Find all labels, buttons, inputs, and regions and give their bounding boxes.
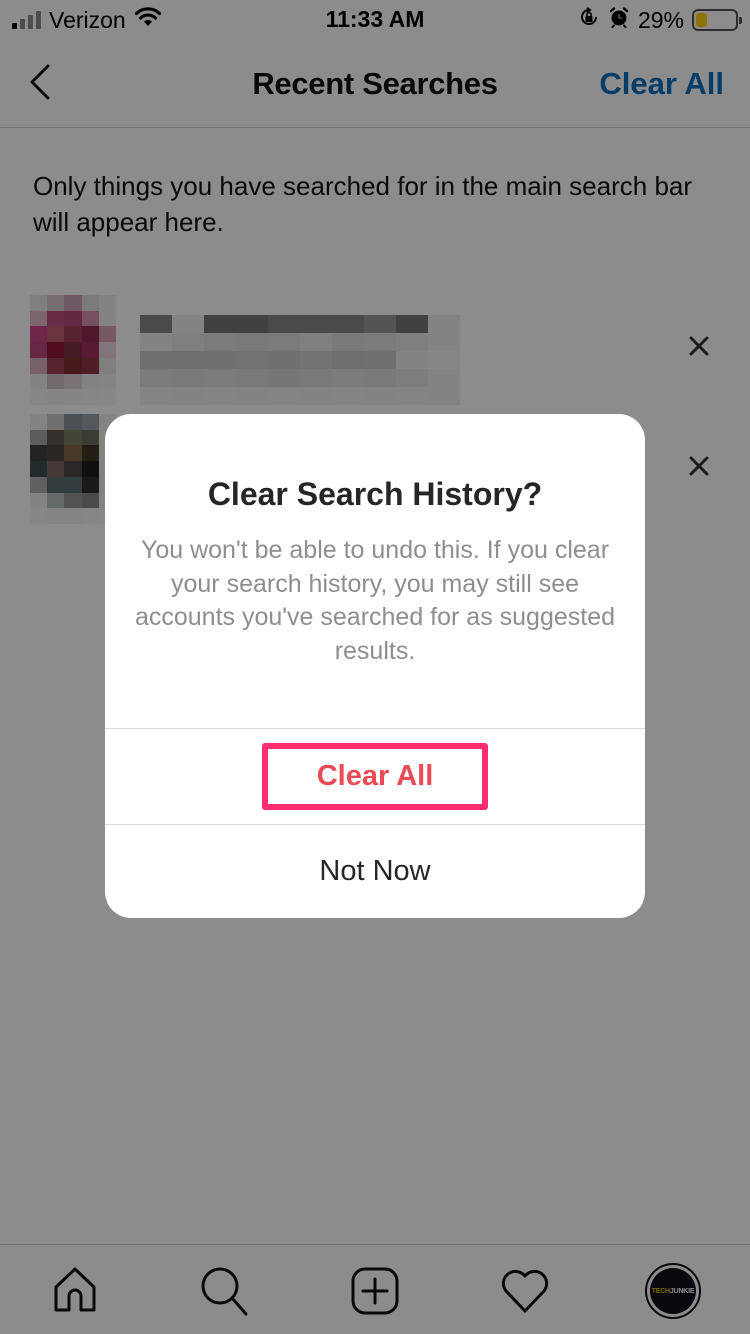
clear-history-dialog: Clear Search History? You won't be able … <box>105 414 645 918</box>
clear-all-button[interactable]: Clear All <box>105 729 645 824</box>
screen: Verizon 11:33 AM 29% Recent Searches Cle… <box>0 0 750 1334</box>
dialog-message: You won't be able to undo this. If you c… <box>134 536 616 665</box>
not-now-button[interactable]: Not Now <box>105 824 645 918</box>
dialog-title: Clear Search History? <box>207 476 543 512</box>
